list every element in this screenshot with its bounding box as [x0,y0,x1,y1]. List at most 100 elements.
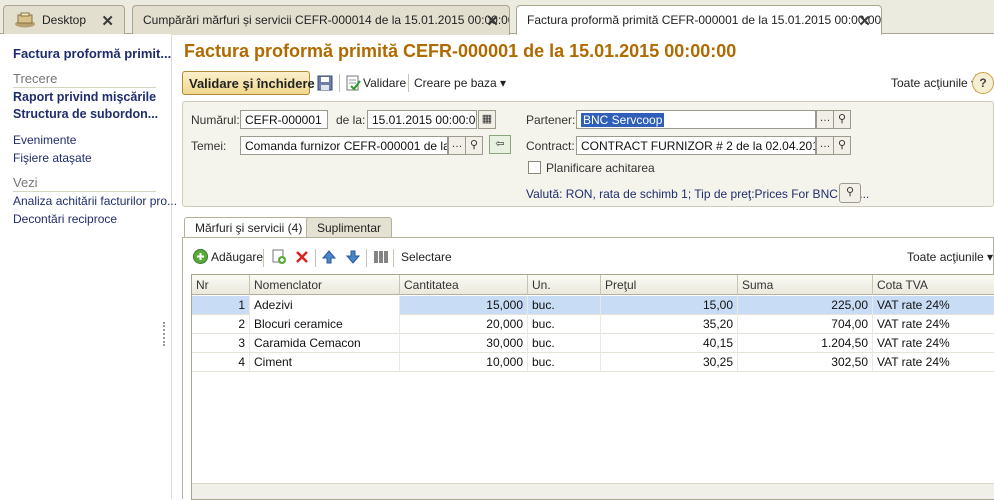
partner-label: Partener: [526,113,576,127]
select-ellipsis-icon[interactable]: … [816,136,834,155]
save-icon[interactable] [317,75,333,91]
select-ellipsis-icon[interactable]: … [816,110,834,129]
copy-row-icon[interactable] [271,249,287,265]
tab-purchase-doc-label: Cumpărări mărfuri și servicii CEFR-00001… [143,13,510,27]
cell-price[interactable]: 40,15 [601,334,738,353]
cell-sum[interactable]: 1.204,50 [738,334,873,353]
nav-link-attached-files[interactable]: Fişiere ataşate [13,151,92,165]
cell-unit[interactable]: buc. [528,296,601,315]
cell-nr: 3 [192,334,250,353]
nav-title[interactable]: Factura proformă primit... [13,46,171,61]
column-header-sum[interactable]: Suma [738,275,873,295]
tab-additional[interactable]: Suplimentar [306,217,393,237]
post-and-close-button[interactable]: Validare şi închidere [182,71,315,95]
panel-tabs: Mărfuri şi servicii (4) Suplimentar [182,217,994,237]
cell-unit[interactable]: buc. [528,334,601,353]
move-down-icon[interactable] [346,250,360,264]
tab-purchase-doc[interactable]: Cumpărări mărfuri și servicii CEFR-00001… [132,5,510,35]
form-toolbar: Validare şi închidere Validare Creare pe… [182,71,994,97]
table-row[interactable]: 3 Caramida Cemacon 30,000 buc. 40,15 1.2… [192,334,994,353]
open-search-icon[interactable]: ⚲ [833,136,851,155]
calendar-icon[interactable]: ▦ [478,110,496,129]
toolbar-separator [315,249,316,267]
column-header-unit[interactable]: Un. [528,275,601,295]
number-label: Numărul: [191,113,240,127]
date-field[interactable]: 15.01.2015 00:00:00 [367,110,477,129]
toolbar-separator [393,249,394,267]
cell-quantity[interactable]: 20,000 [400,315,528,334]
column-header-quantity[interactable]: Cantitatea [400,275,528,295]
barcode-icon[interactable] [373,249,389,265]
currency-info-link[interactable]: Valută: RON, rata de schimb 1; Tip de pr… [526,187,869,201]
table-row[interactable]: 1 Adezivi 15,000 buc. 15,00 225,00 VAT r… [192,296,994,315]
cell-price[interactable]: 30,25 [601,353,738,372]
nav-section-vezi: Vezi [13,175,156,192]
fill-by-basis-icon[interactable]: ⇦ [489,135,511,154]
toolbar-separator [408,74,409,92]
open-search-icon[interactable]: ⚲ [833,110,851,129]
cell-item[interactable]: Blocuri ceramice [250,315,400,334]
plan-payment-checkbox[interactable] [528,161,541,174]
toolbar-separator [263,249,264,267]
cell-item[interactable]: Adezivi [250,296,400,315]
create-based-on-menu[interactable]: Creare pe baza ▾ [414,76,506,90]
basis-field[interactable]: Comanda furnizor CEFR-000001 de la 15.0 [240,136,448,155]
tab-desktop[interactable]: Desktop ✕ [3,5,125,35]
column-header-nr[interactable]: Nr [192,275,250,295]
horizontal-scrollbar[interactable] [192,483,994,499]
panel-resize-handle[interactable] [163,322,166,346]
nav-link-subordination[interactable]: Structura de subordon... [13,107,158,121]
nav-section-trecere: Trecere [13,71,156,88]
tab-proforma-invoice[interactable]: Factura proformă primită CEFR-000001 de … [516,5,882,35]
delete-icon[interactable] [295,250,309,264]
nav-link-settlements[interactable]: Decontări reciproce [13,212,117,226]
help-icon: ? [979,76,987,90]
search-icon[interactable]: ⚲ [839,183,861,203]
nav-link-payment-analysis[interactable]: Analiza achitării facturilor pro... [13,194,177,208]
nav-link-events[interactable]: Evenimente [13,133,76,147]
cell-nr: 1 [192,296,250,315]
close-icon[interactable]: ✕ [101,12,114,30]
cell-vat[interactable]: VAT rate 24% [873,296,994,315]
table-row[interactable]: 2 Blocuri ceramice 20,000 buc. 35,20 704… [192,315,994,334]
move-up-icon[interactable] [322,250,336,264]
close-icon[interactable]: ✕ [858,12,871,30]
column-header-vat[interactable]: Cota TVA [873,275,994,295]
column-header-item[interactable]: Nomenclator [250,275,400,295]
cell-sum[interactable]: 225,00 [738,296,873,315]
navigation-panel: Factura proformă primit... Trecere Rapor… [0,34,177,499]
cell-price[interactable]: 15,00 [601,296,738,315]
table-header: Nr Nomenclator Cantitatea Un. Preţul Sum… [192,275,994,295]
add-row-button[interactable]: Adăugare [211,250,263,264]
tab-goods-services[interactable]: Mărfuri şi servicii (4) [184,217,314,237]
table-all-actions-menu[interactable]: Toate acţiunile ▾ [907,250,993,264]
cell-price[interactable]: 35,20 [601,315,738,334]
cell-sum[interactable]: 704,00 [738,315,873,334]
cell-unit[interactable]: buc. [528,353,601,372]
contract-field[interactable]: CONTRACT FURNIZOR # 2 de la 02.04.2015 (… [576,136,816,155]
select-ellipsis-icon[interactable]: … [448,136,466,155]
cell-vat[interactable]: VAT rate 24% [873,315,994,334]
select-button[interactable]: Selectare [401,250,452,264]
number-field[interactable]: CEFR-000001 [240,110,328,129]
date-label: de la: [336,113,366,127]
cell-item[interactable]: Ciment [250,353,400,372]
plan-payment-label: Planificare achitarea [546,161,655,175]
cell-vat[interactable]: VAT rate 24% [873,353,994,372]
cell-unit[interactable]: buc. [528,315,601,334]
cell-item[interactable]: Caramida Cemacon [250,334,400,353]
cell-quantity[interactable]: 30,000 [400,334,528,353]
cell-vat[interactable]: VAT rate 24% [873,334,994,353]
nav-link-movement-report[interactable]: Raport privind mişcările [13,90,156,104]
table-row[interactable]: 4 Ciment 10,000 buc. 30,25 302,50 VAT ra… [192,353,994,372]
cell-sum[interactable]: 302,50 [738,353,873,372]
all-actions-menu[interactable]: Toate acţiunile ▾ [891,76,977,90]
column-header-price[interactable]: Preţul [601,275,738,295]
close-icon[interactable]: ✕ [486,12,499,30]
open-search-icon[interactable]: ⚲ [465,136,483,155]
post-button[interactable]: Validare [363,76,406,90]
help-button[interactable]: ? [972,72,994,94]
cell-quantity[interactable]: 10,000 [400,353,528,372]
cell-quantity[interactable]: 15,000 [400,296,528,315]
partner-field[interactable]: BNC Servcoop [576,110,816,129]
